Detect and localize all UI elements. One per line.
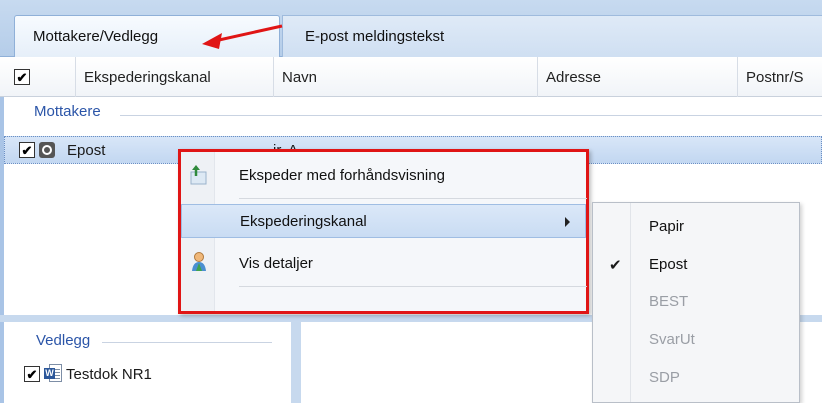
submenu-item-epost[interactable]: Epost bbox=[649, 256, 687, 273]
select-all-checkbox-cell[interactable]: ✔ bbox=[0, 57, 75, 97]
submenu-item-papir[interactable]: Papir bbox=[649, 218, 684, 235]
column-header-navn[interactable]: Navn bbox=[273, 57, 537, 97]
word-document-icon: W bbox=[44, 364, 62, 384]
tab-strip: Mottakere/Vedlegg E-post meldingstekst bbox=[0, 0, 822, 57]
column-header-label: Adresse bbox=[546, 68, 602, 86]
attachment-name: Testdok NR1 bbox=[66, 365, 152, 383]
select-all-checkbox[interactable]: ✔ bbox=[14, 69, 30, 85]
user-details-icon bbox=[192, 252, 206, 271]
submenu-item-svarut: SvarUt bbox=[649, 331, 695, 348]
preview-send-icon bbox=[190, 165, 207, 185]
column-header-label: Navn bbox=[282, 68, 318, 86]
menu-item-label: Vis detaljer bbox=[239, 254, 313, 272]
menu-item-ekspeder-med-forhandsvisning[interactable]: Ekspeder med forhåndsvisning bbox=[181, 158, 586, 192]
group-label-mottakere: Mottakere bbox=[34, 103, 101, 120]
menu-item-label: Ekspeder med forhåndsvisning bbox=[239, 166, 445, 184]
group-divider bbox=[102, 342, 272, 343]
tab-label: Mottakere/Vedlegg bbox=[33, 28, 159, 45]
submenu-arrow-icon bbox=[565, 217, 570, 227]
vertical-splitter[interactable] bbox=[291, 322, 301, 403]
tab-label: E-post meldingstekst bbox=[305, 28, 445, 45]
grid-header: ✔ Ekspederingskanal Navn Adresse Postnr/… bbox=[0, 57, 822, 97]
group-label-vedlegg: Vedlegg bbox=[36, 332, 91, 349]
submenu-item-best: BEST bbox=[649, 293, 689, 310]
checkmark-icon: ✔ bbox=[609, 257, 622, 274]
menu-item-label: Ekspederingskanal bbox=[240, 212, 367, 230]
row-checkbox[interactable]: ✔ bbox=[19, 142, 35, 158]
menu-item-ekspederingskanal[interactable]: Ekspederingskanal bbox=[181, 204, 586, 238]
group-divider bbox=[120, 115, 822, 116]
submenu-icon-gutter bbox=[593, 203, 631, 402]
column-header-label: Postnr/S bbox=[746, 68, 804, 86]
attachment-checkbox[interactable]: ✔ bbox=[24, 366, 40, 382]
context-menu: Ekspeder med forhåndsvisning Ekspedering… bbox=[178, 149, 589, 314]
menu-item-vis-detaljer[interactable]: Vis detaljer bbox=[181, 246, 586, 280]
tab-epost-meldingstekst[interactable]: E-post meldingstekst bbox=[282, 15, 822, 57]
annotation-arrow-icon bbox=[202, 24, 283, 49]
globe-icon bbox=[39, 142, 55, 158]
column-header-postnr[interactable]: Postnr/S bbox=[737, 57, 822, 97]
submenu-ekspederingskanal: Papir ✔ Epost BEST SvarUt SDP bbox=[592, 202, 800, 403]
column-header-label: Ekspederingskanal bbox=[84, 68, 211, 86]
list-item[interactable]: ✔ W Testdok NR1 bbox=[24, 363, 152, 385]
row-channel: Epost bbox=[67, 142, 106, 159]
attachments-panel: Vedlegg ✔ W Testdok NR1 bbox=[0, 322, 291, 403]
submenu-item-sdp: SDP bbox=[649, 369, 680, 386]
column-header-adresse[interactable]: Adresse bbox=[537, 57, 737, 97]
column-header-ekspederingskanal[interactable]: Ekspederingskanal bbox=[75, 57, 273, 97]
menu-separator bbox=[239, 198, 587, 199]
menu-separator bbox=[239, 286, 587, 287]
